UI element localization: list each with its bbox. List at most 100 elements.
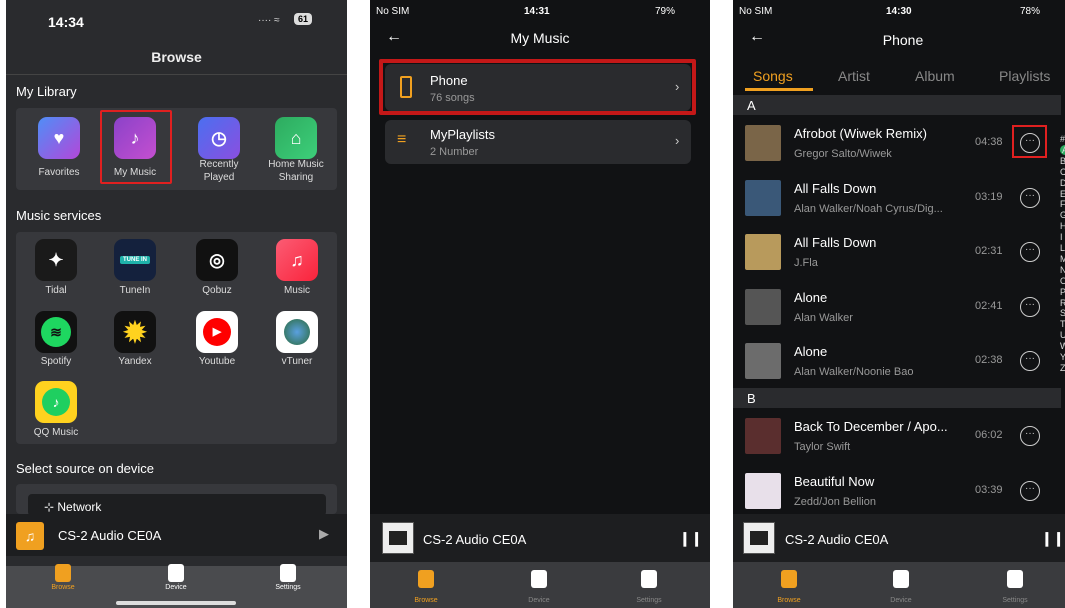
phone-item-subtitle: 76 songs <box>430 92 475 104</box>
tab-settings[interactable]: Settings <box>990 597 1040 604</box>
my-music-icon[interactable]: ♪ <box>114 117 156 159</box>
qobuz-label[interactable]: Qobuz <box>182 284 252 297</box>
apple-music-icon[interactable]: ♫ <box>276 239 318 281</box>
tab-playlists[interactable]: Playlists <box>999 68 1050 84</box>
yandex-icon[interactable]: ✹ <box>114 311 156 353</box>
index-letter[interactable]: # <box>1060 134 1065 144</box>
index-letter[interactable]: W <box>1060 341 1065 351</box>
browse-tab-icon[interactable] <box>781 570 797 588</box>
now-playing-bar[interactable] <box>370 514 710 562</box>
browse-tab-icon[interactable] <box>55 564 71 582</box>
more-options-icon[interactable]: ··· <box>1020 426 1040 446</box>
favorites-icon[interactable]: ♥ <box>38 117 80 159</box>
network-label[interactable]: ⊹ Network <box>44 500 101 514</box>
tab-album[interactable]: Album <box>915 68 955 84</box>
now-playing-title: CS-2 Audio CE0A <box>423 532 527 547</box>
tab-device[interactable]: Device <box>514 597 564 604</box>
index-letter[interactable]: N <box>1060 265 1065 275</box>
more-options-icon[interactable]: ··· <box>1020 242 1040 262</box>
index-letter[interactable]: B <box>1060 156 1065 166</box>
index-letter[interactable]: O <box>1060 276 1065 286</box>
device-tab-icon[interactable] <box>168 564 184 582</box>
index-letter[interactable]: L <box>1060 243 1065 253</box>
settings-tab-icon[interactable] <box>280 564 296 582</box>
tab-songs[interactable]: Songs <box>753 68 793 84</box>
qq-music-icon[interactable]: ♪ <box>35 381 77 423</box>
play-icon[interactable]: ▶ <box>319 526 329 542</box>
index-letter[interactable]: Y <box>1060 352 1065 362</box>
music-label[interactable]: Music <box>262 284 332 297</box>
index-letter[interactable]: M <box>1060 254 1065 264</box>
song-title: Alone <box>794 344 828 359</box>
settings-tab-icon[interactable] <box>641 570 657 588</box>
spotify-icon[interactable]: ≋ <box>35 311 77 353</box>
chevron-right-icon: › <box>675 79 680 94</box>
album-cover <box>745 472 781 509</box>
my-music-label[interactable]: My Music <box>100 166 170 179</box>
favorites-label[interactable]: Favorites <box>24 166 94 179</box>
section-letter-b: B <box>747 391 756 406</box>
my-library-heading: My Library <box>16 84 77 99</box>
song-row[interactable]: Beautiful Now Zedd/Jon Bellion 03:39 ··· <box>733 464 1061 518</box>
index-letter[interactable]: F <box>1060 199 1065 209</box>
index-letter[interactable]: T <box>1060 319 1065 329</box>
home-music-sharing-label[interactable]: Home Music Sharing <box>261 158 331 184</box>
tab-device[interactable]: Device <box>876 597 926 604</box>
song-row[interactable]: Back To December / Apo... Taylor Swift 06:… <box>733 409 1061 463</box>
qobuz-icon[interactable]: ◎ <box>196 239 238 281</box>
album-cover <box>745 343 781 379</box>
yandex-label[interactable]: Yandex <box>100 355 170 368</box>
song-row[interactable]: All Falls Down Alan Walker/Noah Cyrus/Dig… <box>733 171 1061 225</box>
index-letter[interactable]: P <box>1060 287 1065 297</box>
recently-played-icon[interactable]: ◷ <box>198 117 240 159</box>
device-tab-icon[interactable] <box>531 570 547 588</box>
tidal-label[interactable]: Tidal <box>21 284 91 297</box>
song-artist: Alan Walker/Noonie Bao <box>794 366 914 378</box>
tab-browse[interactable]: Browse <box>38 584 88 591</box>
tab-device[interactable]: Device <box>151 584 201 591</box>
index-letter[interactable]: E <box>1060 189 1065 199</box>
pause-icon[interactable]: ❙❙ <box>679 530 702 547</box>
spotify-label[interactable]: Spotify <box>21 355 91 368</box>
youtube-icon[interactable]: ▶ <box>196 311 238 353</box>
more-options-icon[interactable]: ··· <box>1020 351 1040 371</box>
browse-tab-icon[interactable] <box>418 570 434 588</box>
more-options-icon[interactable]: ··· <box>1020 187 1040 208</box>
tab-browse[interactable]: Browse <box>764 597 814 604</box>
youtube-label[interactable]: Youtube <box>182 355 252 368</box>
index-letter[interactable]: R <box>1060 298 1065 308</box>
song-row[interactable]: Alone Alan Walker/Noonie Bao 02:38 ··· <box>733 334 1061 388</box>
more-options-icon[interactable]: ··· <box>1020 480 1040 501</box>
vtuner-label[interactable]: vTuner <box>262 355 332 368</box>
qq-music-label[interactable]: QQ Music <box>21 426 91 439</box>
pause-icon[interactable]: ❙❙ <box>1041 530 1064 547</box>
tab-settings[interactable]: Settings <box>624 597 674 604</box>
index-letter[interactable]: G <box>1060 210 1065 220</box>
song-row[interactable]: All Falls Down J.Fla 02:31 ··· <box>733 225 1061 279</box>
tunein-icon[interactable]: TUNE IN <box>114 239 156 281</box>
index-letter[interactable]: A <box>1060 144 1065 155</box>
settings-tab-icon[interactable] <box>1007 570 1023 588</box>
index-letter[interactable]: D <box>1060 178 1065 188</box>
tunein-label[interactable]: TuneIn <box>100 284 170 297</box>
vtuner-icon[interactable] <box>276 311 318 353</box>
tab-settings[interactable]: Settings <box>263 584 313 591</box>
index-letter[interactable]: C <box>1060 167 1065 177</box>
album-cover <box>745 234 781 270</box>
now-playing-bar[interactable] <box>733 514 1065 562</box>
song-row[interactable]: Alone Alan Walker 02:41 ··· <box>733 280 1061 334</box>
index-letter[interactable]: H <box>1060 221 1065 231</box>
index-letter[interactable]: U <box>1060 330 1065 340</box>
index-letter[interactable]: I <box>1060 232 1065 242</box>
device-tab-icon[interactable] <box>893 570 909 588</box>
home-music-sharing-icon[interactable]: ⌂ <box>275 117 317 159</box>
battery-indicator: 78% <box>1020 6 1041 17</box>
tab-artist[interactable]: Artist <box>838 68 870 84</box>
tidal-icon[interactable]: ✦ <box>35 239 77 281</box>
more-options-icon[interactable]: ··· <box>1020 296 1040 317</box>
wifi-icon: ···· ≈ <box>258 15 280 26</box>
index-letter[interactable]: S <box>1060 308 1065 318</box>
tab-browse[interactable]: Browse <box>401 597 451 604</box>
index-letter[interactable]: Z <box>1060 363 1065 373</box>
recently-played-label[interactable]: Recently Played <box>184 158 254 184</box>
